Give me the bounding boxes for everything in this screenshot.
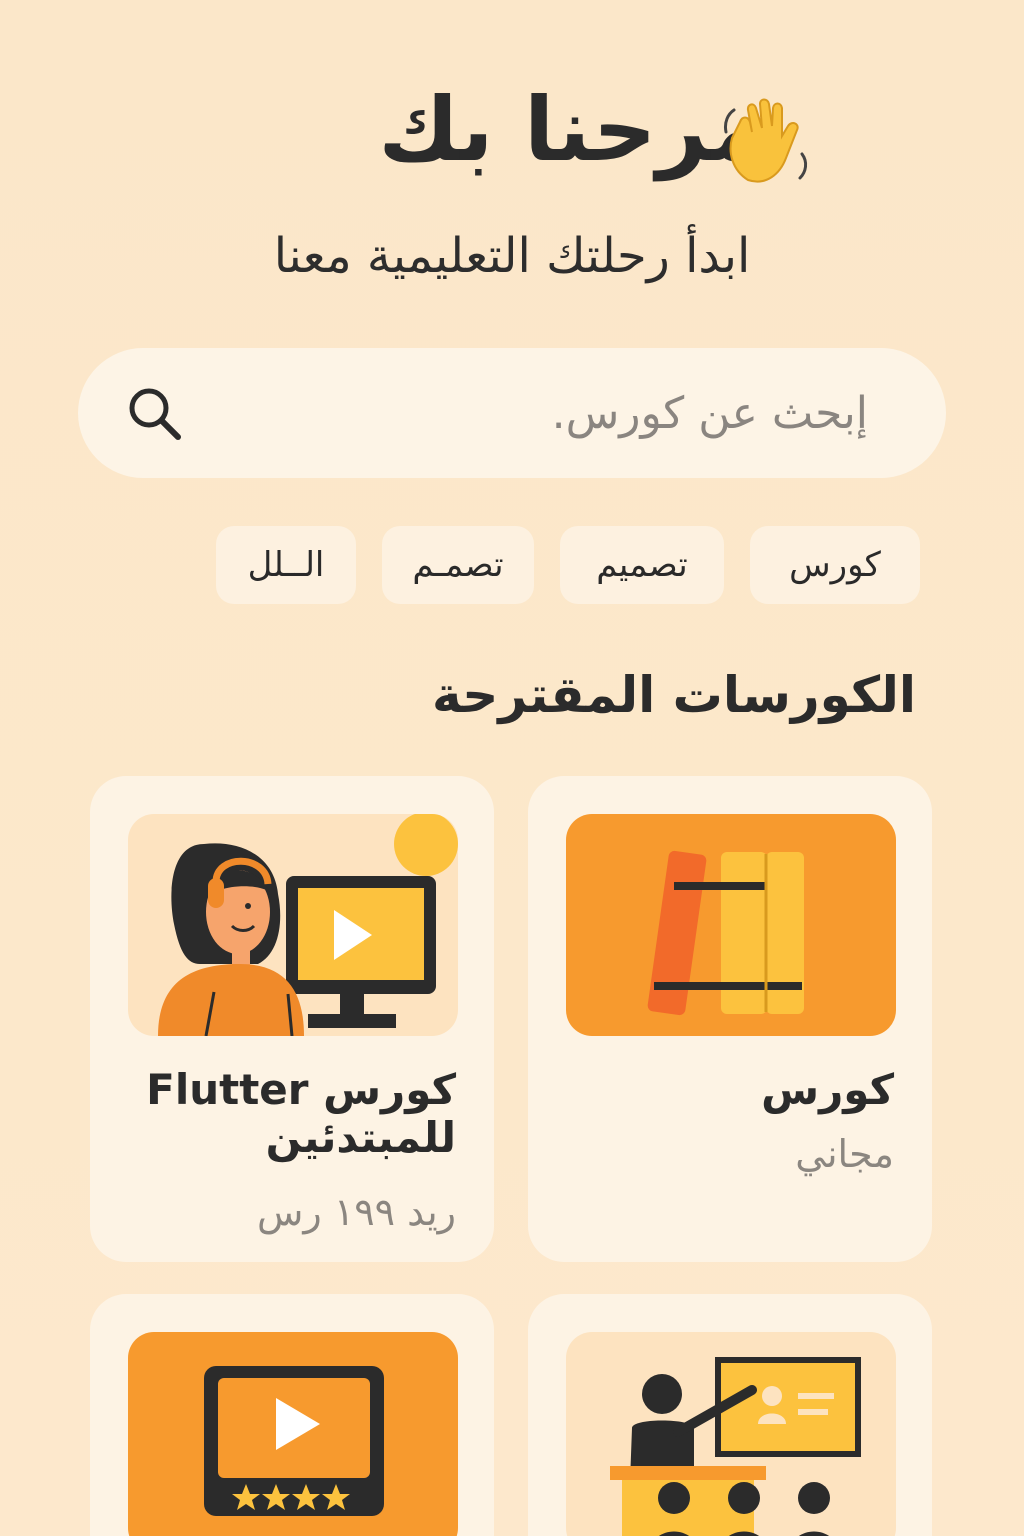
chip-design[interactable]: تصميم [560,526,724,604]
header: مرحنا بك [0,78,1024,183]
course-card[interactable]: كورس Flutter للمبتدئين ريد ١٩٩ رس [90,776,494,1262]
student-video-illustration [158,814,458,1036]
presentation-icon [610,1357,861,1536]
course-card[interactable] [90,1294,494,1536]
course-card[interactable]: كورس مجاني [528,776,932,1262]
search-bar[interactable] [78,348,946,478]
course-title: كورس [761,1065,894,1114]
section-title: الكورسات المقترحة [431,666,916,724]
page-subtitle: ابدأ رحلتك التعليمية معنا [273,228,751,284]
category-chips: كورس تصميم تصمـم الــلل [216,526,920,604]
course-thumbnail [128,814,458,1036]
page: مرحنا بك ابدأ رحلتك التعليمية معنا كورس … [0,0,1024,1536]
chip-course[interactable]: كورس [750,526,920,604]
course-thumbnail [566,814,896,1036]
waving-hand-icon [724,98,808,183]
search-icon[interactable] [124,383,184,443]
course-thumbnail [566,1332,896,1536]
course-card[interactable] [528,1294,932,1536]
course-title: كورس Flutter للمبتدئين [146,1065,456,1162]
chip-other[interactable]: الــلل [216,526,356,604]
video-player-icon [204,1366,384,1516]
course-thumbnail [128,1332,458,1536]
books-icon [647,850,804,1016]
page-title: مرحنا بك [378,78,766,181]
chip-design-alt[interactable]: تصمـم [382,526,534,604]
course-price: ريد ١٩٩ رس [256,1190,456,1234]
course-price: مجاني [795,1132,894,1176]
search-input[interactable] [268,387,868,439]
